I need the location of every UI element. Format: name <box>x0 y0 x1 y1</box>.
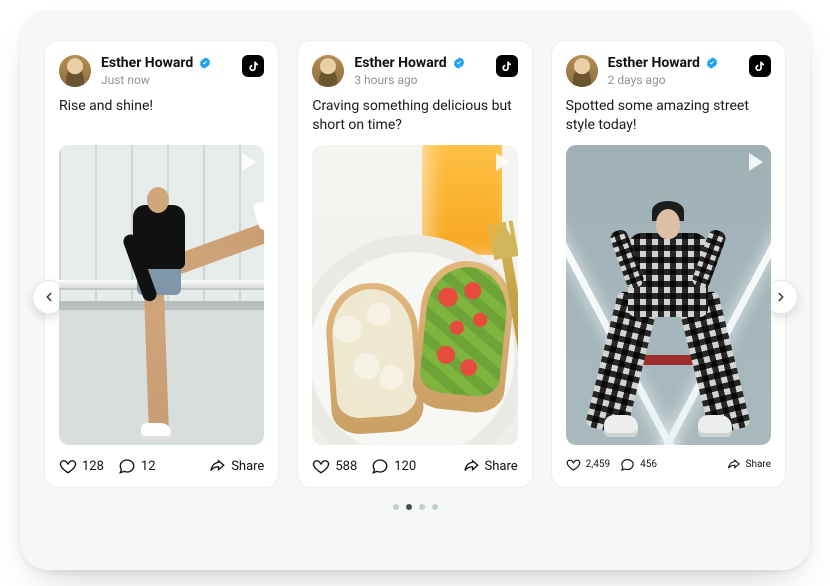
like-button[interactable]: 2,459 <box>566 457 610 472</box>
post-time: 2 days ago <box>608 73 719 87</box>
share-label: Share <box>485 459 518 474</box>
like-count: 588 <box>335 459 357 474</box>
carousel-dot[interactable] <box>419 504 425 510</box>
engagement-bar: 588 120 Share <box>312 457 517 475</box>
carousel-dot[interactable] <box>393 504 399 510</box>
engagement-bar: 2,459 456 Share <box>566 457 771 472</box>
heart-icon <box>312 457 330 475</box>
share-label: Share <box>746 459 771 470</box>
carousel: Esther Howard Just now Rise and shine! <box>44 40 786 510</box>
author-block: Esther Howard Just now <box>101 55 212 87</box>
comment-icon <box>371 457 389 475</box>
post-caption: Craving something delicious but short on… <box>312 97 517 135</box>
author-name[interactable]: Esther Howard <box>101 55 193 71</box>
author-block: Esther Howard 2 days ago <box>608 55 719 87</box>
share-icon <box>462 457 480 475</box>
share-button[interactable]: Share <box>208 457 264 475</box>
verified-badge-icon <box>198 56 212 70</box>
post-card[interactable]: Esther Howard 2 days ago Spotted some am… <box>551 40 786 488</box>
share-icon <box>726 457 741 472</box>
avatar[interactable] <box>566 55 598 87</box>
tiktok-icon <box>749 55 771 77</box>
feed-carousel-frame: Esther Howard Just now Rise and shine! <box>20 10 810 570</box>
card-row: Esther Howard Just now Rise and shine! <box>44 40 786 488</box>
post-card[interactable]: Esther Howard 3 hours ago Craving someth… <box>297 40 532 488</box>
heart-icon <box>566 457 581 472</box>
heart-icon <box>59 457 77 475</box>
share-button[interactable]: Share <box>462 457 518 475</box>
post-media[interactable] <box>59 145 264 445</box>
post-time: Just now <box>101 73 212 87</box>
author-block: Esther Howard 3 hours ago <box>354 55 465 87</box>
comment-button[interactable]: 12 <box>118 457 156 475</box>
post-media[interactable] <box>312 145 517 445</box>
play-icon <box>242 153 256 171</box>
author-name[interactable]: Esther Howard <box>354 55 446 71</box>
share-button[interactable]: Share <box>726 457 771 472</box>
tiktok-icon <box>242 55 264 77</box>
comment-button[interactable]: 456 <box>620 457 657 472</box>
avatar[interactable] <box>59 55 91 87</box>
comment-count: 456 <box>640 459 657 470</box>
comment-icon <box>118 457 136 475</box>
post-header: Esther Howard Just now <box>59 55 264 87</box>
verified-badge-icon <box>705 56 719 70</box>
post-header: Esther Howard 3 hours ago <box>312 55 517 87</box>
carousel-dot[interactable] <box>432 504 438 510</box>
post-header: Esther Howard 2 days ago <box>566 55 771 87</box>
carousel-dots <box>44 504 786 510</box>
avatar[interactable] <box>312 55 344 87</box>
post-caption: Spotted some amazing street style today! <box>566 97 771 135</box>
like-count: 128 <box>82 459 104 474</box>
post-card[interactable]: Esther Howard Just now Rise and shine! <box>44 40 279 488</box>
post-caption: Rise and shine! <box>59 97 264 135</box>
comment-button[interactable]: 120 <box>371 457 416 475</box>
share-icon <box>208 457 226 475</box>
chevron-right-icon <box>774 290 788 304</box>
share-label: Share <box>231 459 264 474</box>
comment-count: 12 <box>141 459 156 474</box>
like-count: 2,459 <box>586 459 610 470</box>
comment-icon <box>620 457 635 472</box>
post-media[interactable] <box>566 145 771 445</box>
tiktok-icon <box>496 55 518 77</box>
comment-count: 120 <box>394 459 416 474</box>
play-icon <box>496 153 510 171</box>
engagement-bar: 128 12 Share <box>59 457 264 475</box>
post-time: 3 hours ago <box>354 73 465 87</box>
verified-badge-icon <box>452 56 466 70</box>
author-name[interactable]: Esther Howard <box>608 55 700 71</box>
like-button[interactable]: 128 <box>59 457 104 475</box>
chevron-left-icon <box>42 290 56 304</box>
play-icon <box>749 153 763 171</box>
like-button[interactable]: 588 <box>312 457 357 475</box>
carousel-dot[interactable] <box>406 504 412 510</box>
